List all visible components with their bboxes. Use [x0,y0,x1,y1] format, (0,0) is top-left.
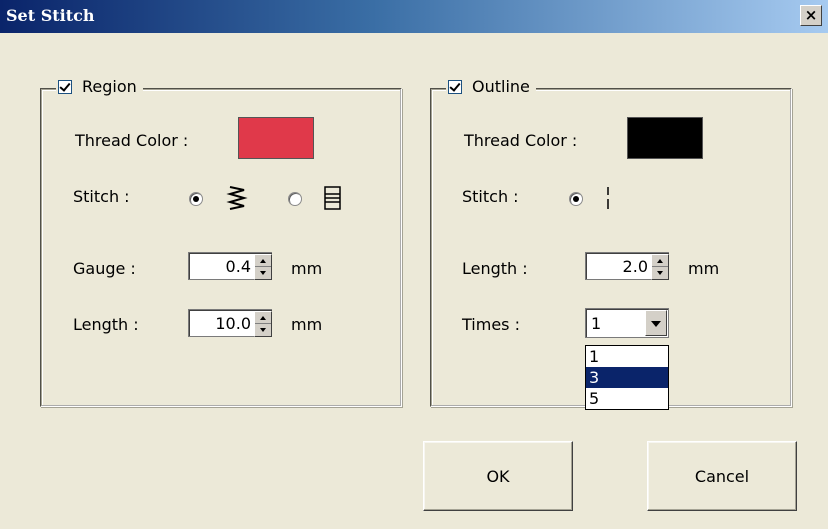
times-option[interactable]: 1 [586,346,668,367]
spin-arrows-icon[interactable] [254,254,272,280]
region-checkbox[interactable] [58,79,72,94]
close-icon: × [804,6,818,24]
region-stitch-label: Stitch : [73,187,130,206]
spin-arrows-icon[interactable] [651,254,669,280]
region-stitch-zigzag-radio[interactable] [189,192,203,206]
region-gauge-spinner[interactable]: 0.4 [188,252,272,280]
cancel-button[interactable]: Cancel [647,441,797,511]
close-button[interactable]: × [800,5,822,26]
outline-thread-color-swatch[interactable] [627,117,703,159]
region-gauge-label: Gauge : [73,259,136,278]
outline-length-label: Length : [462,259,528,278]
times-option-highlighted[interactable]: 3 [586,367,668,388]
region-thread-color-swatch[interactable] [238,117,314,159]
region-length-spinner[interactable]: 10.0 [188,309,272,337]
outline-stitch-running-radio[interactable] [569,192,583,206]
chevron-down-icon[interactable] [645,310,667,336]
region-legend-label: Region [82,77,137,96]
outline-times-value: 1 [591,314,602,333]
parallel-lines-icon [324,186,341,210]
ok-button-label: OK [486,466,510,486]
spin-arrows-icon[interactable] [254,311,272,337]
window-title: Set Stitch [6,6,95,25]
region-thread-color-label: Thread Color : [75,131,189,150]
outline-times-label: Times : [462,315,520,334]
times-option[interactable]: 5 [586,388,668,409]
outline-times-dropdown[interactable]: 1 3 5 [585,345,669,410]
region-stitch-parallel-radio[interactable] [288,192,302,206]
title-bar: Set Stitch × [0,0,828,33]
region-length-value[interactable]: 10.0 [189,310,254,336]
running-stitch-icon [607,187,609,209]
region-length-label: Length : [73,315,139,334]
outline-times-select[interactable]: 1 [585,308,669,338]
dialog-body: Region Thread Color : Stitch : Gauge : 0… [0,33,828,529]
outline-legend[interactable]: Outline [446,77,536,96]
zigzag-fill-icon [226,186,248,210]
outline-stitch-label: Stitch : [462,187,519,206]
region-gauge-value[interactable]: 0.4 [189,253,254,279]
region-legend[interactable]: Region [56,77,143,96]
outline-checkbox[interactable] [448,79,462,94]
outline-thread-color-label: Thread Color : [464,131,578,150]
outline-legend-label: Outline [472,77,530,96]
outline-length-unit: mm [688,259,720,278]
region-length-unit: mm [291,315,323,334]
cancel-button-label: Cancel [694,466,750,486]
ok-button[interactable]: OK [423,441,573,511]
outline-length-value[interactable]: 2.0 [586,253,651,279]
region-gauge-unit: mm [291,259,323,278]
outline-length-spinner[interactable]: 2.0 [585,252,669,280]
